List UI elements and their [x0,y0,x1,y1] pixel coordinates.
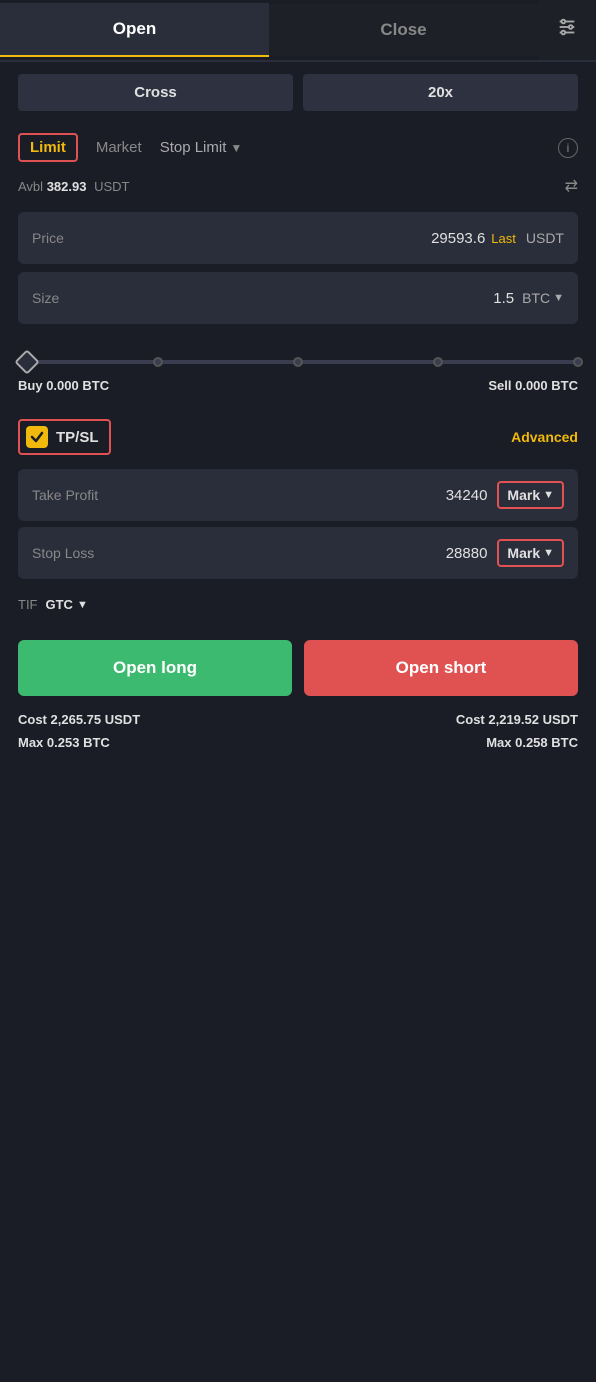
buy-qty-label: Buy 0.000 BTC [18,378,109,393]
order-tabs: Open Close [0,0,596,62]
long-max: Max 0.253 BTC [18,735,110,750]
short-max: Max 0.258 BTC [486,735,578,750]
sell-qty-label: Sell 0.000 BTC [488,378,578,393]
order-type-row: Limit Market Stop Limit ▼ i [0,123,596,170]
tif-arrow-icon: ▼ [77,599,88,611]
size-currency-dropdown[interactable]: BTC ▼ [522,290,564,306]
order-type-stop-limit[interactable]: Stop Limit ▼ [160,139,243,156]
tab-open[interactable]: Open [0,3,269,57]
size-value[interactable]: 1.5 [102,290,514,307]
tab-close[interactable]: Close [269,4,538,56]
open-long-button[interactable]: Open long [18,640,292,696]
available-label: Avbl 382.93 USDT [18,179,129,194]
order-type-limit[interactable]: Limit [18,133,78,162]
order-type-market[interactable]: Market [96,139,142,156]
tif-row: TIF GTC ▼ [0,585,596,620]
stop-limit-arrow-icon: ▼ [230,141,242,155]
take-profit-value[interactable]: 34240 [142,487,487,504]
price-value[interactable]: 29593.6 [102,230,485,247]
tpsl-label: TP/SL [56,429,99,446]
margin-type-button[interactable]: Cross [18,74,293,111]
slider-track[interactable] [18,360,578,364]
size-dropdown-arrow-icon: ▼ [553,292,564,304]
long-cost: Cost 2,265.75 USDT [18,712,140,727]
tif-dropdown[interactable]: GTC ▼ [46,597,88,612]
price-tag: Last [491,231,516,246]
take-profit-row[interactable]: Take Profit 34240 Mark ▼ [18,469,578,521]
stop-loss-label: Stop Loss [32,545,142,561]
size-label: Size [32,290,102,306]
stop-loss-row[interactable]: Stop Loss 28880 Mark ▼ [18,527,578,579]
tpsl-row: TP/SL Advanced [0,409,596,463]
tpsl-checkbox-group[interactable]: TP/SL [18,419,111,455]
price-label: Price [32,230,102,246]
slider-dot-25 [153,357,163,367]
price-currency: USDT [526,230,564,246]
margin-row: Cross 20x [0,62,596,123]
slider-dot-50 [293,357,303,367]
cost-row: Cost 2,265.75 USDT Cost 2,219.52 USDT [0,708,596,731]
price-input-row[interactable]: Price 29593.6 Last USDT [18,212,578,264]
info-icon[interactable]: i [558,138,578,158]
stop-loss-mark-dropdown[interactable]: Mark ▼ [497,539,564,567]
available-balance-row: Avbl 382.93 USDT ⇄ [0,170,596,204]
size-input-row[interactable]: Size 1.5 BTC ▼ [18,272,578,324]
advanced-link[interactable]: Advanced [511,429,578,445]
open-short-button[interactable]: Open short [304,640,578,696]
slider-thumb[interactable] [14,349,39,374]
short-cost: Cost 2,219.52 USDT [456,712,578,727]
stop-loss-arrow-icon: ▼ [543,547,554,559]
settings-icon[interactable] [538,0,596,60]
stop-loss-value[interactable]: 28880 [142,545,487,562]
max-row: Max 0.253 BTC Max 0.258 BTC [0,731,596,770]
transfer-icon[interactable]: ⇄ [565,176,578,196]
slider-dot-100 [573,357,583,367]
tpsl-checkbox[interactable] [26,426,48,448]
leverage-button[interactable]: 20x [303,74,578,111]
tif-label: TIF [18,597,38,612]
take-profit-label: Take Profit [32,487,142,503]
slider-dot-75 [433,357,443,367]
action-buttons-row: Open long Open short [0,620,596,708]
take-profit-mark-dropdown[interactable]: Mark ▼ [497,481,564,509]
leverage-slider-section: Buy 0.000 BTC Sell 0.000 BTC [0,332,596,409]
buy-sell-qty-row: Buy 0.000 BTC Sell 0.000 BTC [18,374,578,403]
take-profit-arrow-icon: ▼ [543,489,554,501]
